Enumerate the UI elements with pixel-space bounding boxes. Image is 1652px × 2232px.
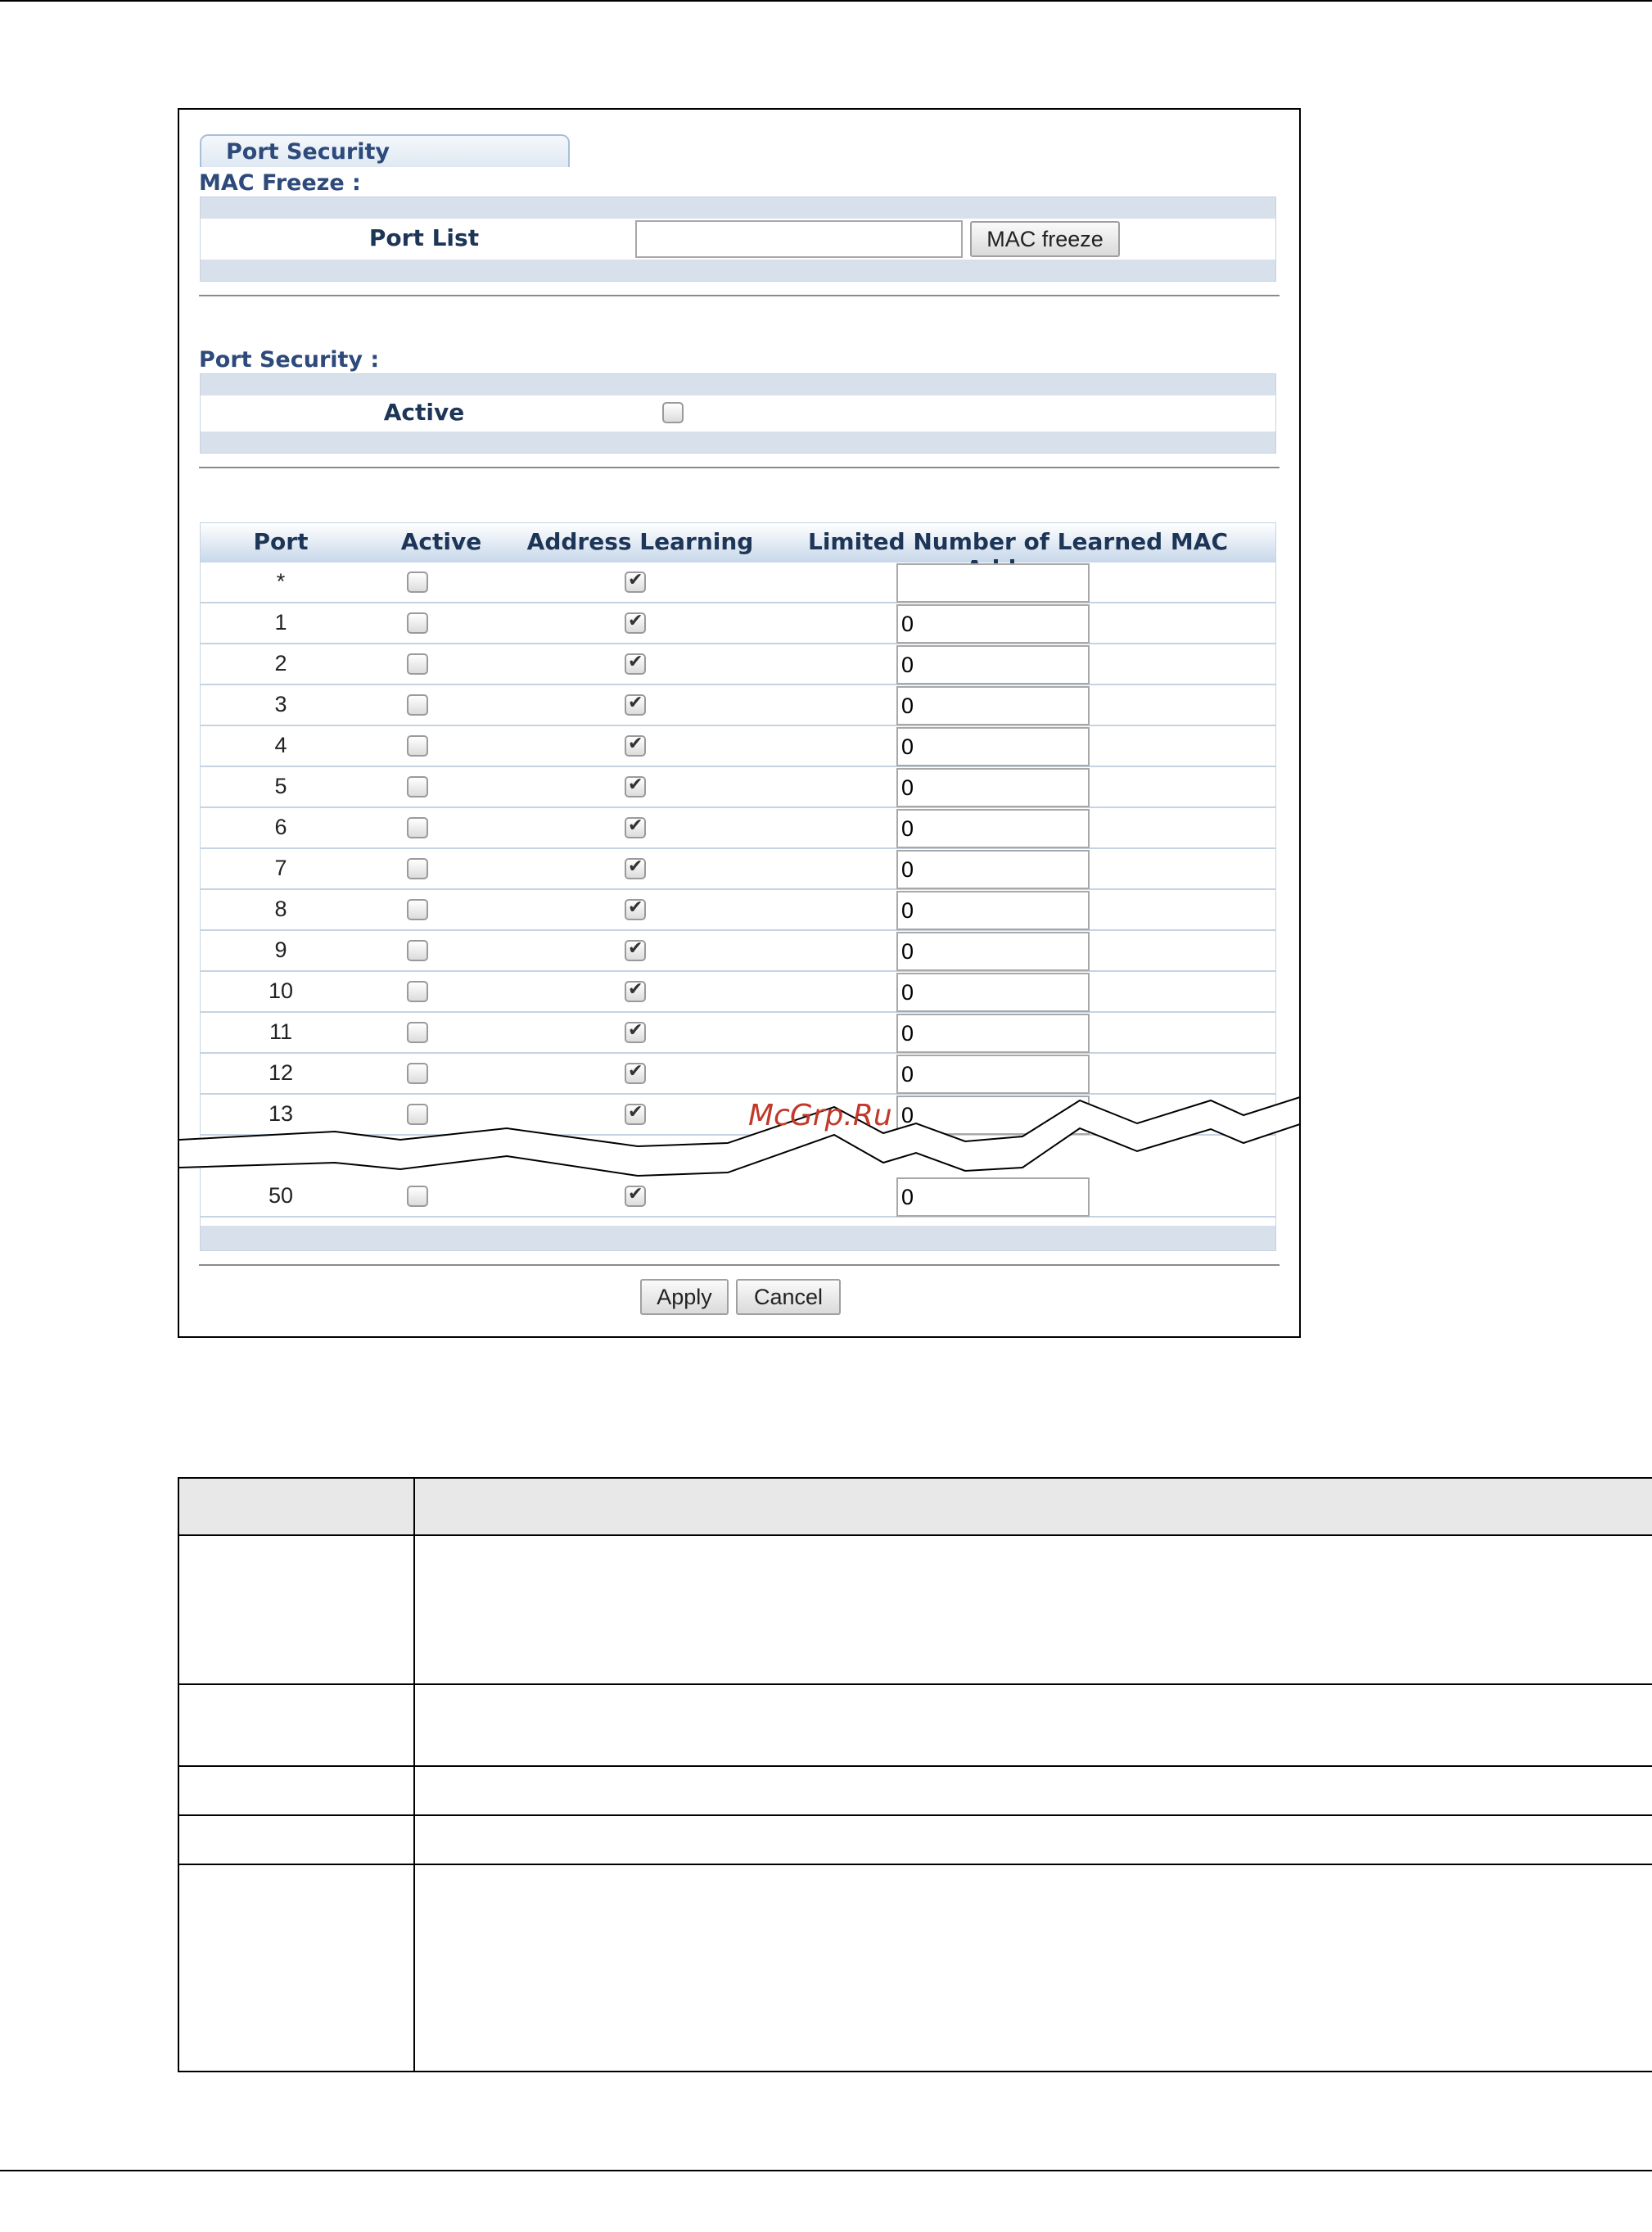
row-divider bbox=[179, 1765, 1652, 1767]
description-table bbox=[178, 1477, 1652, 2072]
page-bottom-rule bbox=[0, 2170, 1652, 2171]
page-break-mark bbox=[179, 1096, 1299, 1177]
row-divider bbox=[179, 1864, 1652, 1865]
column-divider bbox=[413, 1479, 415, 2071]
watermark: McGrp.Ru bbox=[748, 1099, 892, 1132]
description-table-header bbox=[179, 1479, 1652, 1536]
apply-button[interactable]: Apply bbox=[640, 1279, 729, 1315]
row-divider bbox=[179, 1814, 1652, 1816]
page-top-rule bbox=[0, 0, 1652, 2]
row-divider bbox=[179, 1683, 1652, 1685]
port-security-screen: Port Security MAC Freeze : Port List MAC… bbox=[178, 108, 1301, 1338]
cancel-button[interactable]: Cancel bbox=[736, 1279, 841, 1315]
divider bbox=[199, 1264, 1280, 1266]
